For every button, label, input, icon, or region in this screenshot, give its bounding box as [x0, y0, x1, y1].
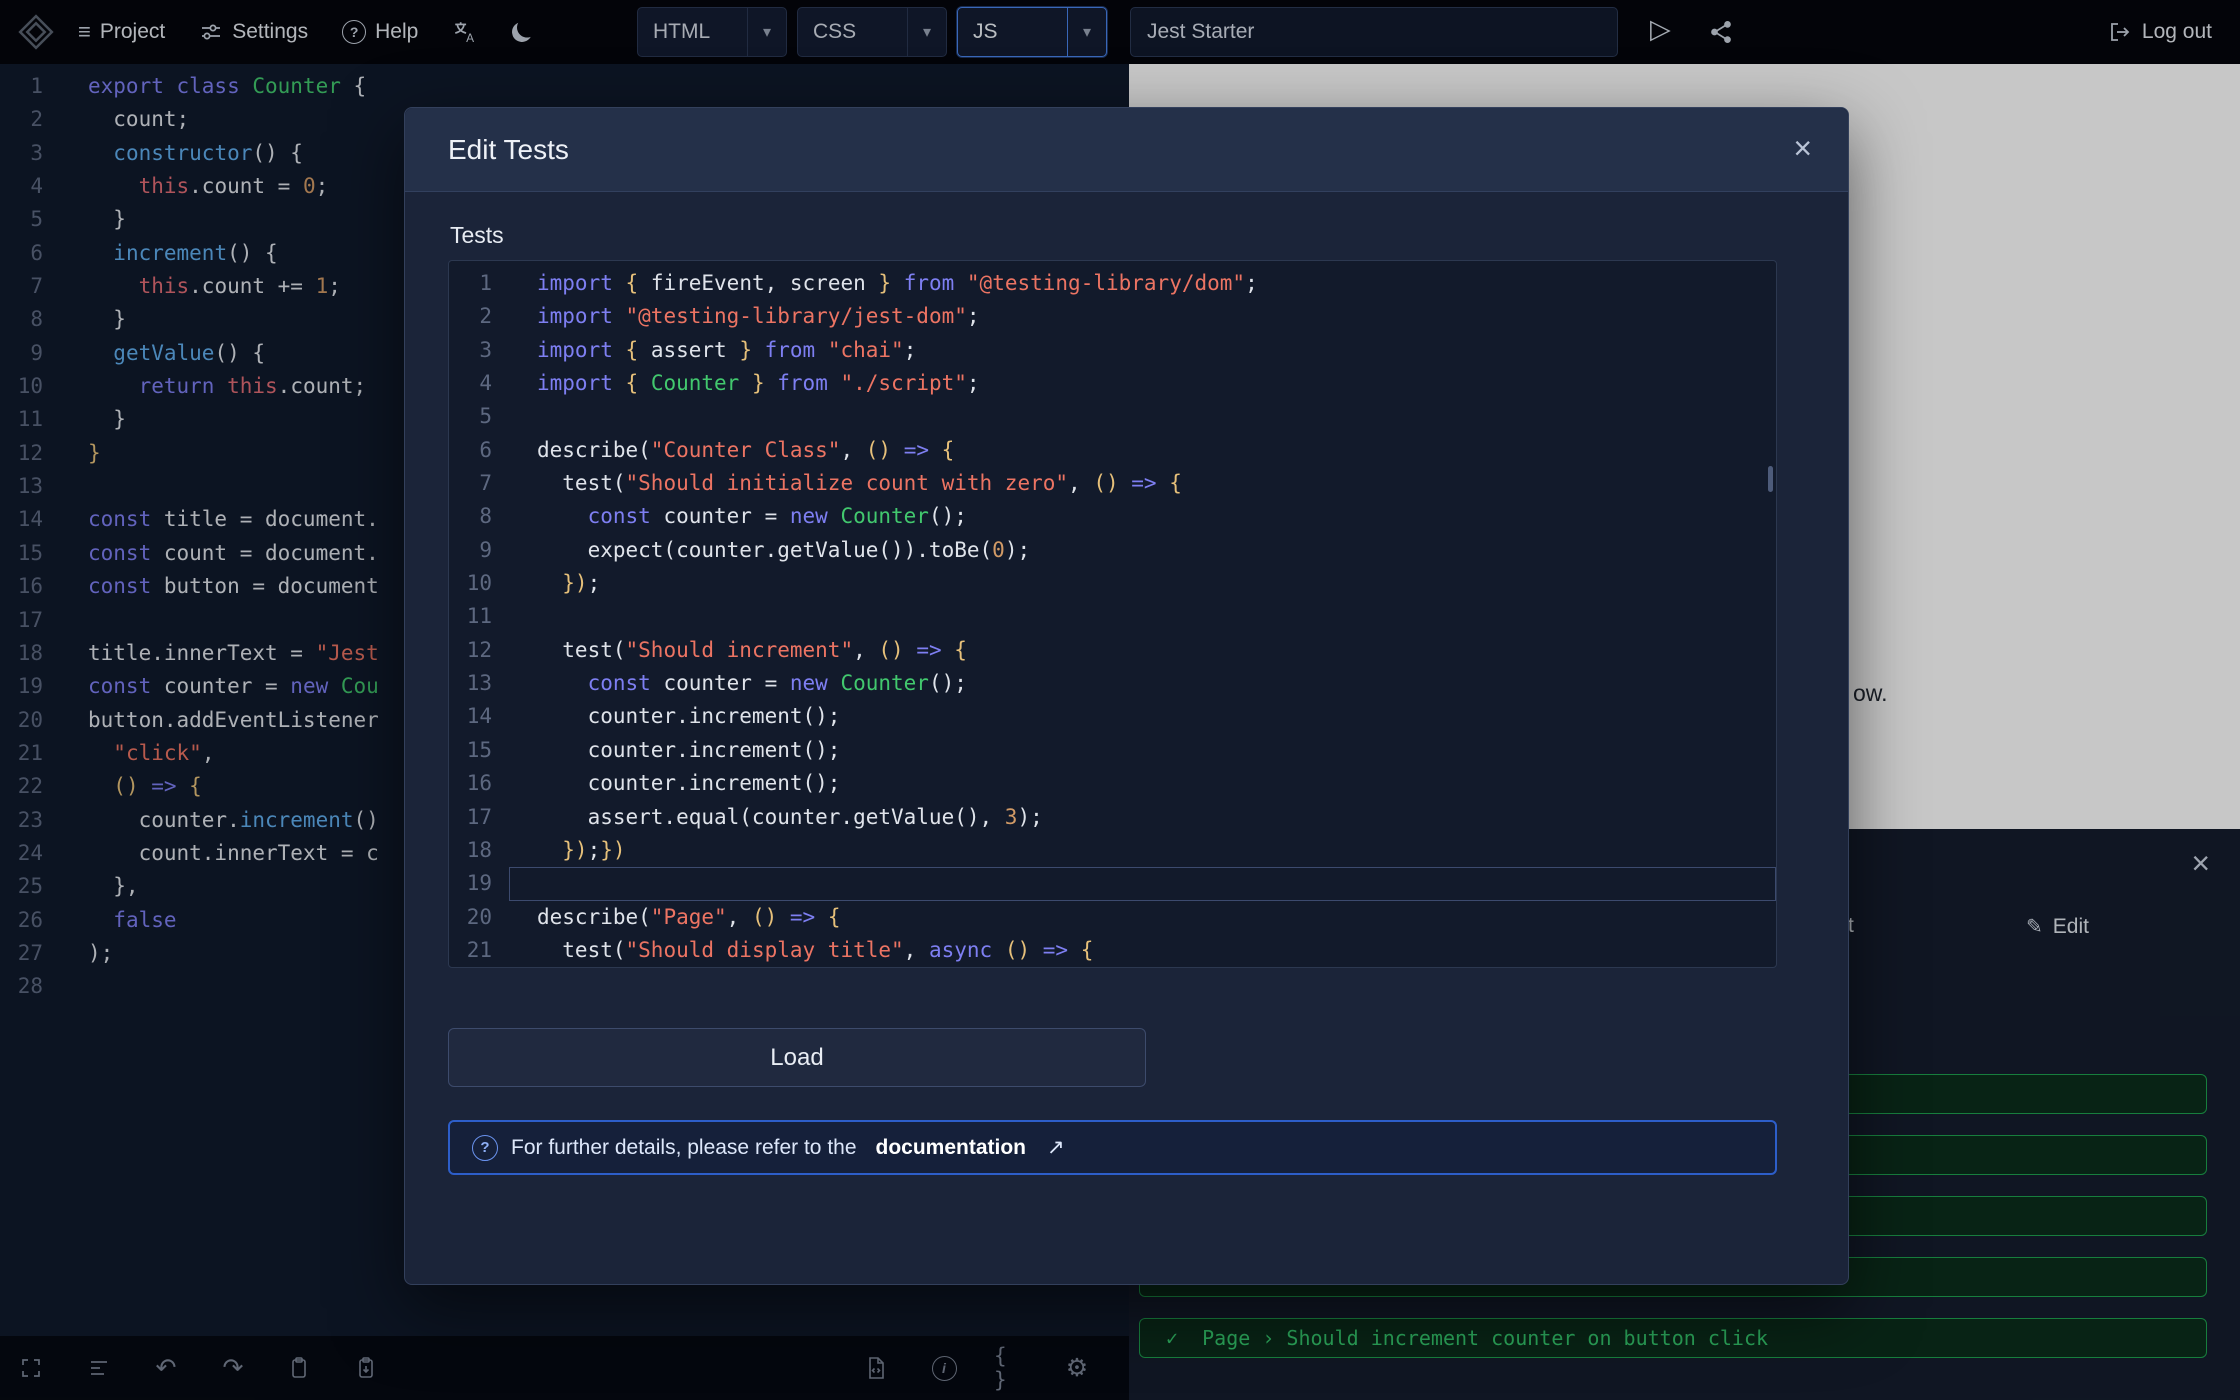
- documentation-banner: ? For further details, please refer to t…: [448, 1120, 1777, 1175]
- code-line: 8 const counter = new Counter();: [449, 500, 1776, 533]
- tests-code-editor[interactable]: 1import { fireEvent, screen } from "@tes…: [448, 260, 1777, 968]
- load-button-label: Load: [770, 1044, 823, 1072]
- line-number: 4: [449, 367, 509, 400]
- line-number: 20: [449, 901, 509, 934]
- code-line: 18 });}): [449, 834, 1776, 867]
- code-line: 11: [449, 600, 1776, 633]
- line-number: 8: [449, 500, 509, 533]
- line-number: 19: [449, 867, 509, 900]
- modal-header: Edit Tests ×: [405, 108, 1848, 192]
- code-line: 6describe("Counter Class", () => {: [449, 434, 1776, 467]
- load-button[interactable]: Load: [448, 1028, 1146, 1087]
- line-number: 12: [449, 634, 509, 667]
- tests-code-content: 1import { fireEvent, screen } from "@tes…: [449, 267, 1776, 967]
- code-line: 2import "@testing-library/jest-dom";: [449, 300, 1776, 333]
- code-line: 7 test("Should initialize count with zer…: [449, 467, 1776, 500]
- banner-text: For further details, please refer to the: [511, 1136, 857, 1160]
- code-line: 15 counter.increment();: [449, 734, 1776, 767]
- line-number: 1: [449, 267, 509, 300]
- tests-label: Tests: [450, 222, 504, 249]
- code-line: 21 test("Should display title", async ()…: [449, 934, 1776, 967]
- line-number: 11: [449, 600, 509, 633]
- line-number: 10: [449, 567, 509, 600]
- line-number: 2: [449, 300, 509, 333]
- help-circle-icon: ?: [472, 1135, 498, 1161]
- external-link-icon: ↗: [1047, 1135, 1065, 1160]
- line-number: 21: [449, 934, 509, 967]
- modal-title: Edit Tests: [448, 134, 569, 166]
- line-number: 14: [449, 700, 509, 733]
- documentation-link[interactable]: documentation: [876, 1136, 1027, 1160]
- close-icon[interactable]: ×: [1793, 132, 1812, 164]
- code-line: 19: [449, 867, 1776, 900]
- app-window: ≡ Project Settings ? Help: [0, 0, 2240, 1400]
- line-number: 9: [449, 534, 509, 567]
- code-line: 4import { Counter } from "./script";: [449, 367, 1776, 400]
- line-number: 5: [449, 400, 509, 433]
- code-line: 14 counter.increment();: [449, 700, 1776, 733]
- line-number: 13: [449, 667, 509, 700]
- code-line: 17 assert.equal(counter.getValue(), 3);: [449, 801, 1776, 834]
- code-line: 20describe("Page", () => {: [449, 901, 1776, 934]
- line-number: 15: [449, 734, 509, 767]
- scrollbar-thumb[interactable]: [1768, 466, 1773, 492]
- code-line: 12 test("Should increment", () => {: [449, 634, 1776, 667]
- code-line: 10 });: [449, 567, 1776, 600]
- code-line: 5: [449, 400, 1776, 433]
- code-line: 3import { assert } from "chai";: [449, 334, 1776, 367]
- line-number: 18: [449, 834, 509, 867]
- edit-tests-modal: Edit Tests × Tests 1import { fireEvent, …: [404, 107, 1849, 1285]
- line-number: 17: [449, 801, 509, 834]
- code-line: 13 const counter = new Counter();: [449, 667, 1776, 700]
- line-number: 16: [449, 767, 509, 800]
- line-number: 7: [449, 467, 509, 500]
- line-number: 6: [449, 434, 509, 467]
- code-line: 9 expect(counter.getValue()).toBe(0);: [449, 534, 1776, 567]
- code-line: 1import { fireEvent, screen } from "@tes…: [449, 267, 1776, 300]
- code-line: 16 counter.increment();: [449, 767, 1776, 800]
- line-number: 3: [449, 334, 509, 367]
